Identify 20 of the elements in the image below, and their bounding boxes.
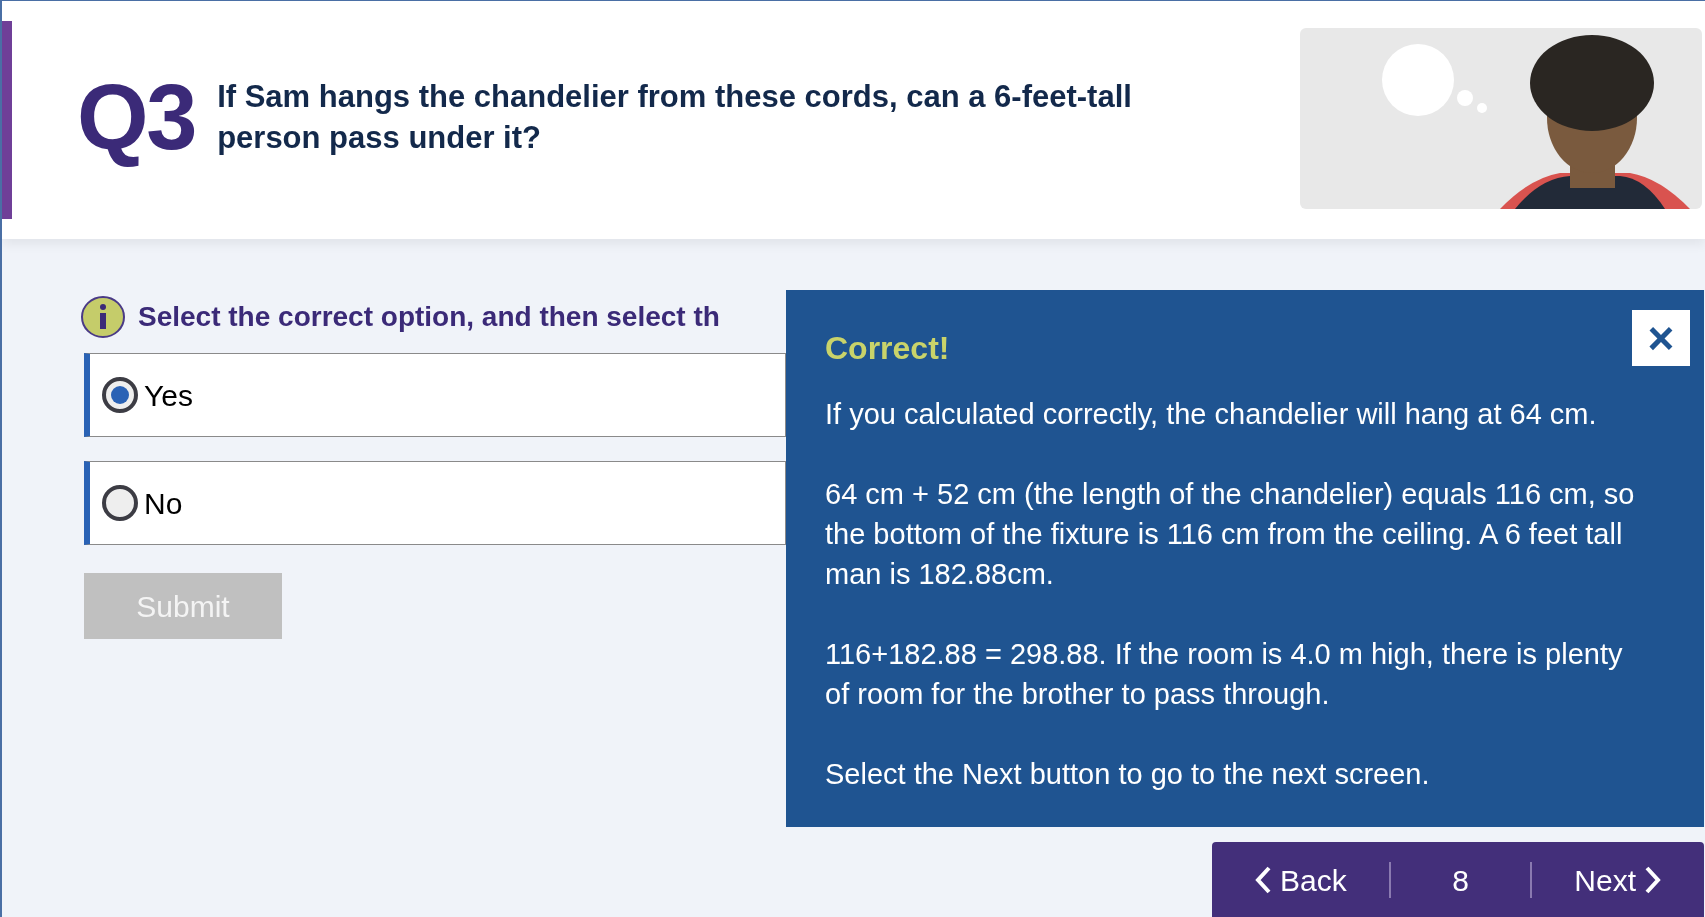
feedback-title: Correct!: [825, 329, 950, 368]
chevron-right-icon: [1644, 865, 1662, 895]
close-button[interactable]: ×: [1632, 310, 1690, 366]
feedback-paragraph: Select the Next button to go to the next screen.: [825, 757, 1431, 792]
info-icon: [80, 295, 126, 339]
back-button[interactable]: Back: [1242, 859, 1359, 901]
instruction-text: Select the correct option, and then select th: [138, 300, 720, 334]
question-text: If Sam hangs the chandelier from these cords, can a 6-feet-tall person pass under it?: [217, 78, 1133, 157]
chevron-left-icon: [1254, 865, 1272, 895]
feedback-paragraph: 116+182.88 = 298.88. If the room is 4.0 m high, there is plenty of room for the brother to pass through.: [825, 637, 1624, 712]
feedback-paragraph: If you calculated correctly, the chandelier will hang at 64 cm.: [825, 397, 1598, 432]
next-button[interactable]: Next: [1562, 859, 1674, 901]
option-label: No: [144, 485, 183, 522]
radio-button[interactable]: [102, 485, 138, 521]
page-number: 8: [1452, 862, 1469, 899]
option-label: Yes: [144, 377, 193, 414]
answer-option[interactable]: No: [84, 461, 786, 545]
feedback-paragraph: 64 cm + 52 cm (the length of the chandelier) equals 116 cm, so the bottom of the fixture is 116 cm from the ceiling. A 6 feet tall man is 182.88cm.: [825, 477, 1636, 592]
radio-button[interactable]: [102, 377, 138, 413]
answer-option[interactable]: Yes: [84, 353, 786, 437]
